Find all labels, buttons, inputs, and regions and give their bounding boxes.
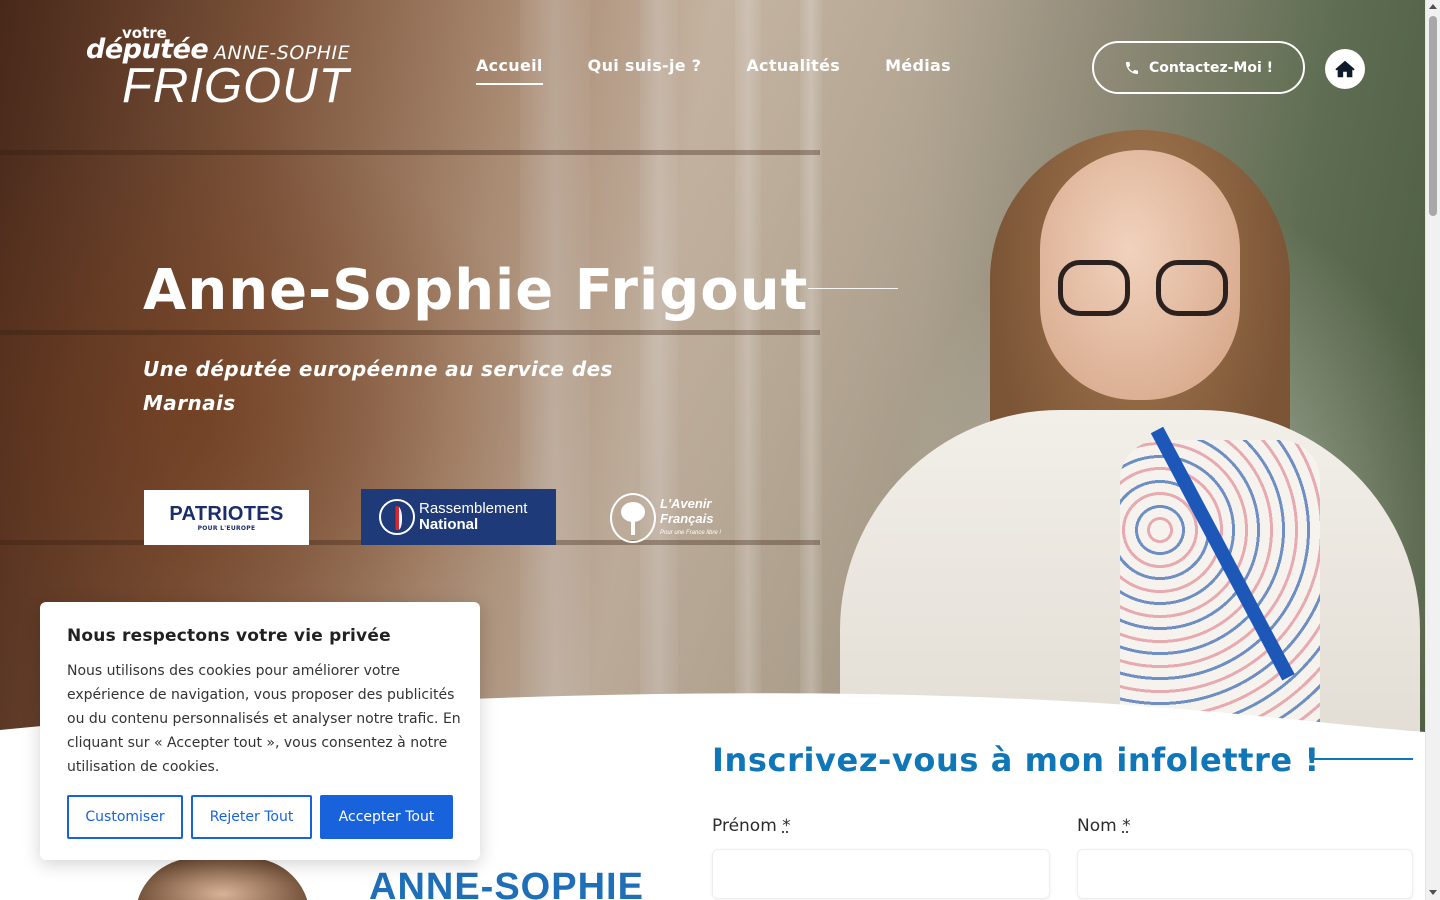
hero-title: Anne-Sophie Frigout: [143, 258, 809, 323]
rn-line1: Rassemblement: [419, 500, 528, 517]
reject-all-button[interactable]: Rejeter Tout: [191, 795, 312, 839]
accept-all-button[interactable]: Accepter Tout: [320, 795, 453, 839]
hero-portrait: [820, 110, 1420, 735]
newsletter-title: Inscrivez-vous à mon infolettre !: [712, 741, 1320, 779]
last-name-label-text: Nom: [1077, 816, 1117, 836]
flame-icon: [379, 499, 415, 535]
patriotes-tagline: POUR L'EUROPE: [197, 525, 256, 532]
bottom-name-banner: ANNE-SOPHIE: [369, 866, 644, 900]
first-name-label-text: Prénom: [712, 816, 777, 836]
cookie-title: Nous respectons votre vie privée: [67, 626, 391, 646]
scrollbar-thumb[interactable]: [1429, 16, 1437, 216]
scroll-up-arrow-icon[interactable]: [1429, 4, 1437, 9]
nav-item-accueil[interactable]: Accueil: [476, 56, 543, 85]
nav-item-qui-suis-je[interactable]: Qui suis-je ?: [588, 56, 702, 85]
last-name-input[interactable]: [1077, 849, 1413, 899]
portrait-glasses: [1058, 260, 1228, 320]
hero-title-divider: [808, 288, 898, 289]
phone-icon: [1125, 61, 1138, 74]
main-navigation: Accueil Qui suis-je ? Actualités Médias: [476, 56, 996, 85]
bottom-portrait: [135, 858, 310, 900]
rassemblement-national-logo[interactable]: Rassemblement National: [361, 489, 556, 545]
patriotes-name: PATRIOTES: [169, 503, 284, 525]
newsletter-title-divider: [1311, 758, 1413, 760]
avenir-tagline: Pour une France libre !: [660, 529, 722, 536]
contact-button-label: Contactez-Moi !: [1148, 59, 1274, 76]
nav-item-medias[interactable]: Médias: [885, 56, 951, 85]
hero-subtitle: Une députée européenne au service des Ma…: [143, 357, 613, 415]
customize-button[interactable]: Customiser: [67, 795, 183, 839]
last-name-label: Nom *: [1077, 816, 1131, 836]
cookie-banner: Nous respectons votre vie privée Nous ut…: [40, 602, 480, 860]
logo-lastname: FRIGOUT: [122, 59, 350, 113]
required-mark: *: [1122, 816, 1131, 836]
contact-button[interactable]: Contactez-Moi !: [1092, 41, 1305, 94]
page-scrollbar[interactable]: [1425, 0, 1440, 900]
cookie-text: Nous utilisons des cookies pour améliore…: [67, 663, 461, 775]
avenir-line2: Français: [660, 510, 714, 526]
rn-line2: National: [419, 516, 479, 533]
avenir-francais-logo[interactable]: L'Avenir Français Pour une France libre …: [610, 490, 735, 546]
home-icon: [1335, 60, 1355, 78]
first-name-label: Prénom *: [712, 816, 791, 836]
nav-item-actualites[interactable]: Actualités: [746, 56, 840, 85]
required-mark: *: [782, 816, 791, 836]
tree-icon: [610, 493, 656, 543]
home-button[interactable]: [1325, 49, 1365, 89]
patriotes-logo[interactable]: PATRIOTES POUR L'EUROPE: [144, 490, 309, 545]
scroll-down-arrow-icon[interactable]: [1429, 890, 1437, 895]
avenir-line1: L'Avenir: [660, 495, 712, 511]
first-name-input[interactable]: [712, 849, 1050, 899]
site-logo[interactable]: votre députée ANNE-SOPHIE FRIGOUT: [86, 24, 376, 116]
